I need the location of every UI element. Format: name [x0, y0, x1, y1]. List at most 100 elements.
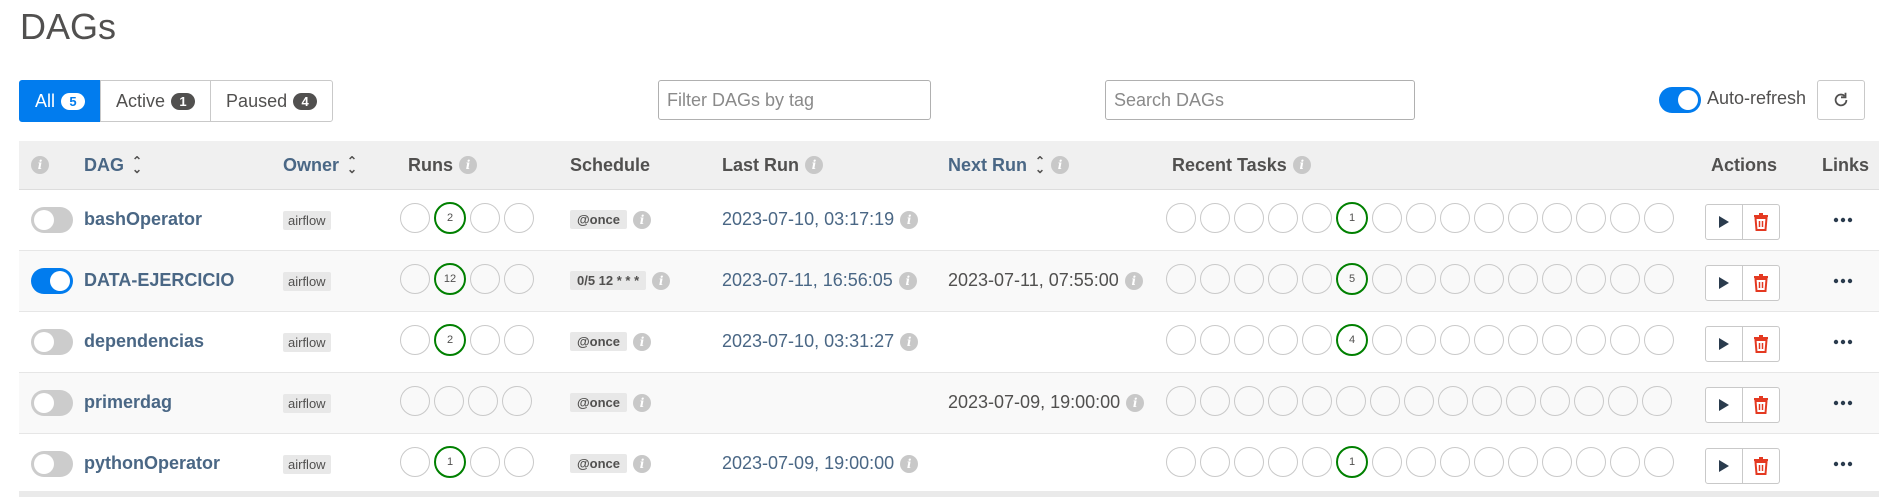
info-icon[interactable]: i: [900, 332, 919, 351]
tag-filter-input[interactable]: [658, 80, 931, 120]
run-status-circle[interactable]: [434, 386, 464, 416]
task-status-circle[interactable]: [1576, 325, 1606, 355]
info-icon[interactable]: i: [652, 271, 671, 290]
task-status-circle[interactable]: [1576, 264, 1606, 294]
last-run-link[interactable]: 2023-07-09, 19:00:00: [722, 453, 894, 474]
task-status-circle[interactable]: [1268, 325, 1298, 355]
task-status-circle[interactable]: [1610, 447, 1640, 477]
task-status-circle[interactable]: [1508, 325, 1538, 355]
links-menu-button[interactable]: [1832, 210, 1854, 230]
dag-search-input[interactable]: [1105, 80, 1415, 120]
task-status-circle[interactable]: [1336, 386, 1366, 416]
run-status-circle[interactable]: [400, 447, 430, 477]
task-status-circle[interactable]: [1166, 264, 1196, 294]
task-status-circle[interactable]: [1608, 386, 1638, 416]
run-status-circle[interactable]: [400, 264, 430, 294]
task-status-circle[interactable]: [1406, 325, 1436, 355]
task-status-circle[interactable]: [1268, 386, 1298, 416]
run-status-circle[interactable]: [400, 203, 430, 233]
info-icon[interactable]: i: [633, 332, 652, 351]
info-icon[interactable]: i: [459, 156, 477, 174]
last-run-link[interactable]: 2023-07-10, 03:31:27: [722, 331, 894, 352]
task-status-circle[interactable]: [1644, 325, 1674, 355]
task-status-circle[interactable]: [1268, 264, 1298, 294]
dag-name-link[interactable]: DATA-EJERCICIO: [84, 270, 234, 291]
owner-badge[interactable]: airflow: [283, 455, 331, 474]
dag-name-link[interactable]: dependencias: [84, 331, 204, 352]
task-status-circle[interactable]: [1506, 386, 1536, 416]
task-status-circle[interactable]: [1166, 325, 1196, 355]
run-status-circle[interactable]: 1: [434, 446, 466, 478]
task-status-circle[interactable]: [1302, 203, 1332, 233]
task-status-circle[interactable]: [1474, 264, 1504, 294]
trigger-dag-button[interactable]: [1705, 326, 1743, 362]
task-status-circle[interactable]: [1406, 447, 1436, 477]
task-status-circle[interactable]: [1200, 264, 1230, 294]
task-status-circle[interactable]: [1440, 325, 1470, 355]
info-icon[interactable]: i: [633, 393, 652, 412]
info-icon[interactable]: i: [900, 454, 919, 473]
info-icon[interactable]: i: [31, 156, 49, 174]
delete-dag-button[interactable]: [1742, 448, 1780, 484]
task-status-circle[interactable]: [1200, 325, 1230, 355]
info-icon[interactable]: i: [900, 210, 919, 229]
task-status-circle[interactable]: [1268, 447, 1298, 477]
header-next-run[interactable]: Next Run ⌃ ⌄ i: [948, 141, 1070, 189]
task-status-circle[interactable]: 1: [1336, 446, 1368, 478]
dag-name-link[interactable]: primerdag: [84, 392, 172, 413]
info-icon[interactable]: i: [1126, 393, 1145, 412]
task-status-circle[interactable]: [1610, 264, 1640, 294]
task-status-circle[interactable]: 5: [1336, 263, 1368, 295]
info-icon[interactable]: i: [898, 271, 917, 290]
task-status-circle[interactable]: [1576, 447, 1606, 477]
task-status-circle[interactable]: [1234, 386, 1264, 416]
task-status-circle[interactable]: [1302, 447, 1332, 477]
delete-dag-button[interactable]: [1742, 387, 1780, 423]
info-icon[interactable]: i: [1292, 156, 1311, 174]
task-status-circle[interactable]: [1406, 264, 1436, 294]
task-status-circle[interactable]: [1542, 264, 1572, 294]
task-status-circle[interactable]: [1644, 447, 1674, 477]
run-status-circle[interactable]: [502, 386, 532, 416]
task-status-circle[interactable]: [1574, 386, 1604, 416]
dag-name-link[interactable]: pythonOperator: [84, 453, 220, 474]
task-status-circle[interactable]: [1642, 386, 1672, 416]
task-status-circle[interactable]: [1234, 325, 1264, 355]
run-status-circle[interactable]: [468, 386, 498, 416]
task-status-circle[interactable]: [1542, 447, 1572, 477]
task-status-circle[interactable]: 1: [1336, 202, 1368, 234]
info-icon[interactable]: i: [633, 454, 652, 473]
info-icon[interactable]: i: [633, 210, 652, 229]
info-icon[interactable]: i: [805, 156, 824, 174]
task-status-circle[interactable]: [1508, 447, 1538, 477]
task-status-circle[interactable]: [1508, 264, 1538, 294]
task-status-circle[interactable]: 4: [1336, 324, 1368, 356]
task-status-circle[interactable]: [1540, 386, 1570, 416]
task-status-circle[interactable]: [1474, 203, 1504, 233]
run-status-circle[interactable]: [504, 264, 534, 294]
owner-badge[interactable]: airflow: [283, 333, 331, 352]
header-dag[interactable]: DAG ⌃ ⌄: [84, 141, 142, 189]
dag-pause-toggle[interactable]: [31, 268, 73, 294]
task-status-circle[interactable]: [1302, 264, 1332, 294]
refresh-button[interactable]: [1817, 80, 1865, 120]
page-scrollbar[interactable]: [1888, 0, 1902, 497]
task-status-circle[interactable]: [1372, 264, 1402, 294]
run-status-circle[interactable]: [504, 325, 534, 355]
links-menu-button[interactable]: [1832, 393, 1854, 413]
dag-pause-toggle[interactable]: [31, 207, 73, 233]
task-status-circle[interactable]: [1404, 386, 1434, 416]
run-status-circle[interactable]: [470, 264, 500, 294]
trigger-dag-button[interactable]: [1705, 204, 1743, 240]
trigger-dag-button[interactable]: [1705, 265, 1743, 301]
task-status-circle[interactable]: [1644, 203, 1674, 233]
task-status-circle[interactable]: [1542, 203, 1572, 233]
tab-paused[interactable]: Paused 4: [210, 80, 334, 122]
task-status-circle[interactable]: [1372, 447, 1402, 477]
tab-all[interactable]: All 5: [19, 80, 102, 122]
info-icon[interactable]: i: [1124, 271, 1143, 290]
task-status-circle[interactable]: [1644, 264, 1674, 294]
task-status-circle[interactable]: [1268, 203, 1298, 233]
task-status-circle[interactable]: [1440, 447, 1470, 477]
task-status-circle[interactable]: [1576, 203, 1606, 233]
